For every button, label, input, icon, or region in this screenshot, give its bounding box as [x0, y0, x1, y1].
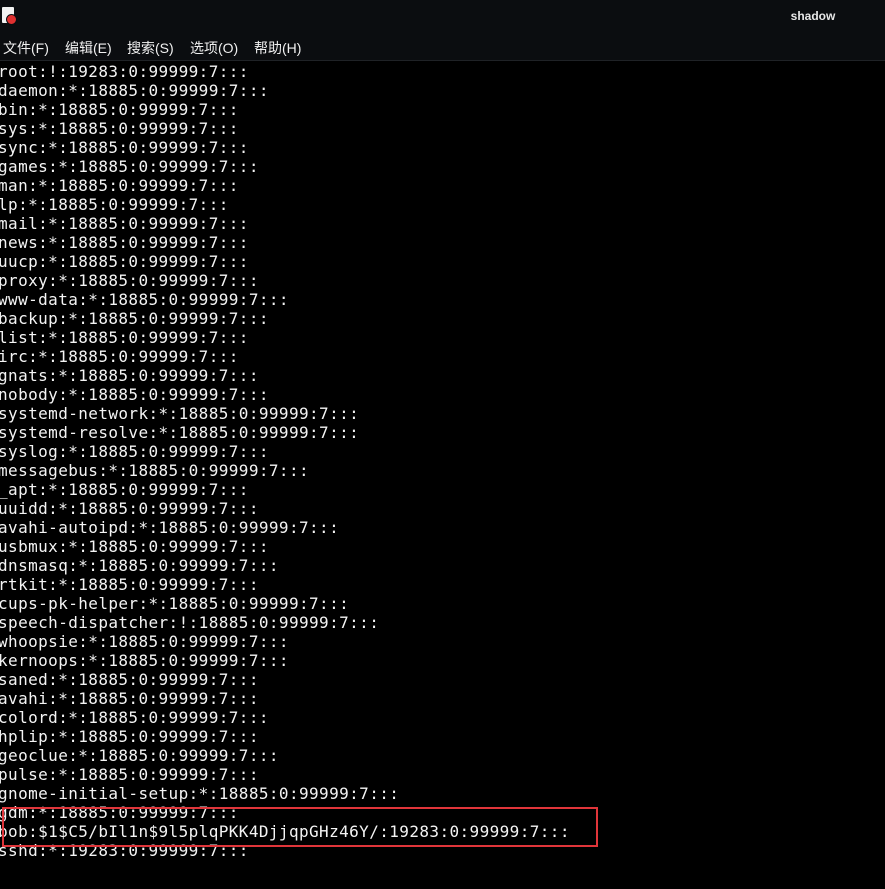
text-line: man:*:18885:0:99999:7::: [0, 176, 239, 195]
menu-bar: 文件(F) 编辑(E) 搜索(S) 选项(O) 帮助(H) [0, 34, 885, 61]
text-line: _apt:*:18885:0:99999:7::: [0, 480, 249, 499]
text-line: uuidd:*:18885:0:99999:7::: [0, 499, 259, 518]
text-line: pulse:*:18885:0:99999:7::: [0, 765, 259, 784]
highlight-annotation [2, 807, 598, 847]
text-line: geoclue:*:18885:0:99999:7::: [0, 746, 279, 765]
text-line: cups-pk-helper:*:18885:0:99999:7::: [0, 594, 350, 613]
text-line: usbmux:*:18885:0:99999:7::: [0, 537, 269, 556]
text-line: systemd-network:*:18885:0:99999:7::: [0, 404, 360, 423]
text-line: proxy:*:18885:0:99999:7::: [0, 271, 259, 290]
text-line: irc:*:18885:0:99999:7::: [0, 347, 239, 366]
text-line: bin:*:18885:0:99999:7::: [0, 100, 239, 119]
text-line: systemd-resolve:*:18885:0:99999:7::: [0, 423, 360, 442]
text-line: saned:*:18885:0:99999:7::: [0, 670, 259, 689]
text-line: gnome-initial-setup:*:18885:0:99999:7::: [0, 784, 400, 803]
menu-edit[interactable]: 编辑(E) [65, 38, 112, 58]
text-line: games:*:18885:0:99999:7::: [0, 157, 259, 176]
text-line: syslog:*:18885:0:99999:7::: [0, 442, 269, 461]
text-line: news:*:18885:0:99999:7::: [0, 233, 249, 252]
text-line: colord:*:18885:0:99999:7::: [0, 708, 269, 727]
text-line: hplip:*:18885:0:99999:7::: [0, 727, 259, 746]
editor-window: shadow 文件(F) 编辑(E) 搜索(S) 选项(O) 帮助(H) roo… [0, 0, 885, 889]
text-line: whoopsie:*:18885:0:99999:7::: [0, 632, 289, 651]
text-line: speech-dispatcher:!:18885:0:99999:7::: [0, 613, 380, 632]
text-line: messagebus:*:18885:0:99999:7::: [0, 461, 310, 480]
menu-help[interactable]: 帮助(H) [254, 38, 301, 58]
text-line: backup:*:18885:0:99999:7::: [0, 309, 269, 328]
text-line: lp:*:18885:0:99999:7::: [0, 195, 229, 214]
text-line: sys:*:18885:0:99999:7::: [0, 119, 239, 138]
text-line: daemon:*:18885:0:99999:7::: [0, 81, 269, 100]
text-line: mail:*:18885:0:99999:7::: [0, 214, 249, 233]
text-line: www-data:*:18885:0:99999:7::: [0, 290, 289, 309]
text-line: dnsmasq:*:18885:0:99999:7::: [0, 556, 279, 575]
text-line: avahi:*:18885:0:99999:7::: [0, 689, 259, 708]
text-line: list:*:18885:0:99999:7::: [0, 328, 249, 347]
text-line: kernoops:*:18885:0:99999:7::: [0, 651, 289, 670]
menu-options[interactable]: 选项(O) [190, 38, 238, 58]
text-area[interactable]: root:!:19283:0:99999:7::: daemon:*:18885:… [0, 61, 885, 889]
text-line: root:!:19283:0:99999:7::: [0, 62, 249, 81]
text-line: rtkit:*:18885:0:99999:7::: [0, 575, 259, 594]
text-line: gnats:*:18885:0:99999:7::: [0, 366, 259, 385]
menu-search[interactable]: 搜索(S) [127, 38, 174, 58]
text-editor-icon [2, 7, 17, 25]
text-line: uucp:*:18885:0:99999:7::: [0, 252, 249, 271]
text-line: nobody:*:18885:0:99999:7::: [0, 385, 269, 404]
text-line: avahi-autoipd:*:18885:0:99999:7::: [0, 518, 340, 537]
menu-file[interactable]: 文件(F) [3, 38, 49, 58]
window-title: shadow [790, 9, 836, 23]
title-bar: shadow [0, 0, 885, 34]
text-line: sync:*:18885:0:99999:7::: [0, 138, 249, 157]
